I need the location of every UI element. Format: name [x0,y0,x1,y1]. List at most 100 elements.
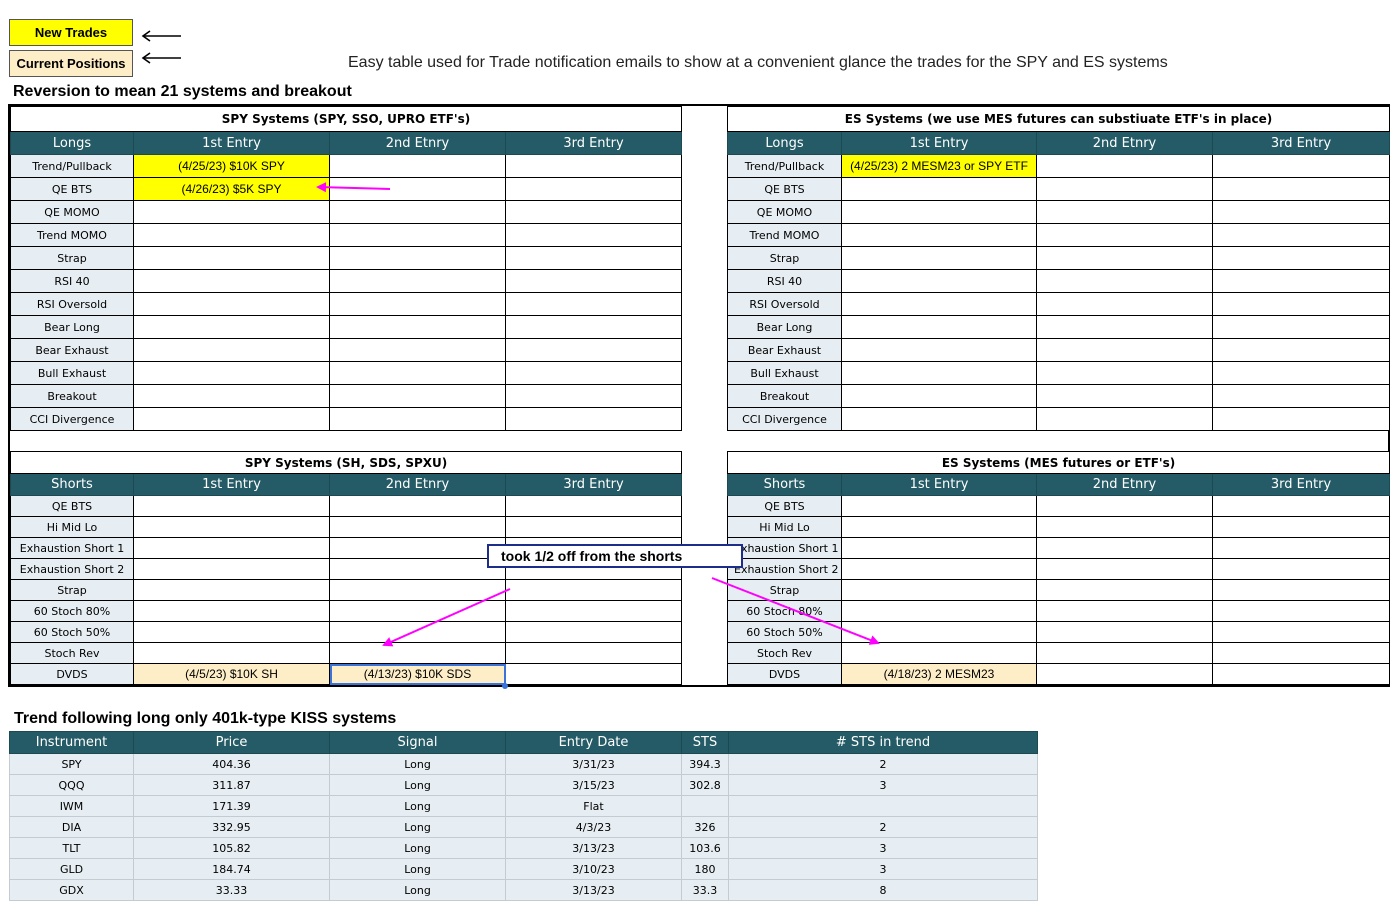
entry-cell[interactable] [1211,537,1391,559]
entry-cell[interactable] [505,200,682,224]
entry-cell[interactable] [329,600,506,622]
entry-cell[interactable] [841,495,1037,517]
entry-cell[interactable] [504,579,683,601]
entry-cell[interactable] [329,579,506,601]
table-cell[interactable]: 3 [728,774,1038,796]
entry-cell[interactable] [1211,516,1391,538]
table-cell[interactable]: 3/13/23 [505,879,682,901]
entry-cell[interactable] [329,154,506,178]
table-cell[interactable]: 326 [681,816,729,838]
entry-cell[interactable] [329,407,506,431]
table-cell[interactable]: 302.8 [681,774,729,796]
entry-cell[interactable] [133,407,330,431]
entry-cell[interactable] [133,384,330,408]
entry-cell[interactable] [1211,579,1391,601]
table-cell[interactable] [728,795,1038,817]
entry-cell[interactable] [841,407,1037,431]
table-cell[interactable]: 3/13/23 [505,837,682,859]
entry-cell[interactable] [133,361,330,385]
table-cell[interactable]: Long [329,858,506,880]
entry-cell[interactable] [133,495,330,517]
table-cell[interactable]: 3/15/23 [505,774,682,796]
entry-cell[interactable] [505,361,682,385]
entry-cell[interactable] [504,621,683,643]
entry-cell[interactable] [841,246,1037,270]
entry-cell[interactable] [329,315,506,339]
entry-cell[interactable] [133,315,330,339]
table-cell[interactable]: 8 [728,879,1038,901]
entry-cell[interactable] [841,621,1037,643]
table-cell[interactable]: QQQ [9,774,134,796]
entry-cell[interactable] [329,292,506,316]
table-cell[interactable]: 394.3 [681,753,729,775]
entry-cell[interactable] [1211,495,1391,517]
entry-cell[interactable] [1212,269,1390,293]
entry-cell[interactable] [505,223,682,247]
entry-cell[interactable] [841,558,1037,580]
entry-cell[interactable] [1212,200,1390,224]
entry-cell[interactable] [1036,338,1213,362]
table-cell[interactable]: IWM [9,795,134,817]
entry-cell[interactable] [329,384,506,408]
entry-cell[interactable] [1211,558,1391,580]
entry-cell[interactable] [1036,292,1213,316]
table-cell[interactable]: 3/10/23 [505,858,682,880]
table-cell[interactable]: Long [329,795,506,817]
table-cell[interactable]: Long [329,879,506,901]
entry-cell[interactable] [133,621,330,643]
entry-cell[interactable] [1036,315,1213,339]
table-cell[interactable]: Long [329,837,506,859]
entry-cell[interactable] [133,246,330,270]
entry-cell[interactable] [329,246,506,270]
entry-cell[interactable] [841,338,1037,362]
entry-cell[interactable] [1036,407,1213,431]
table-cell[interactable]: 3 [728,837,1038,859]
entry-cell[interactable] [1036,621,1213,643]
entry-cell[interactable] [841,516,1037,538]
table-cell[interactable]: Long [329,774,506,796]
table-cell[interactable]: 332.95 [133,816,330,838]
entry-cell[interactable] [1036,223,1213,247]
entry-cell[interactable] [841,292,1037,316]
entry-cell[interactable] [1211,642,1391,664]
entry-cell[interactable] [133,223,330,247]
entry-cell[interactable] [133,338,330,362]
entry-cell[interactable] [505,384,682,408]
entry-cell[interactable] [329,516,506,538]
entry-cell[interactable] [1036,269,1213,293]
entry-cell[interactable]: (4/25/23) 2 MESM23 or SPY ETF [841,154,1037,178]
entry-cell[interactable] [133,269,330,293]
entry-cell[interactable] [133,292,330,316]
table-cell[interactable]: SPY [9,753,134,775]
entry-cell[interactable] [504,600,683,622]
table-cell[interactable]: 33.3 [681,879,729,901]
entry-cell[interactable] [1036,154,1213,178]
entry-cell[interactable] [1036,537,1213,559]
entry-cell[interactable] [1211,600,1391,622]
entry-cell[interactable] [504,516,683,538]
table-cell[interactable]: 171.39 [133,795,330,817]
entry-cell[interactable] [841,600,1037,622]
entry-cell[interactable] [1212,154,1390,178]
entry-cell[interactable]: (4/13/23) $10K SDS [329,663,506,685]
entry-cell[interactable] [133,642,330,664]
entry-cell[interactable] [133,579,330,601]
entry-cell[interactable] [329,495,506,517]
entry-cell[interactable] [1036,384,1213,408]
table-cell[interactable]: 311.87 [133,774,330,796]
entry-cell[interactable] [1036,642,1213,664]
entry-cell[interactable] [1036,200,1213,224]
entry-cell[interactable] [329,621,506,643]
entry-cell[interactable] [1036,579,1213,601]
entry-cell[interactable] [133,600,330,622]
table-cell[interactable]: 184.74 [133,858,330,880]
entry-cell[interactable] [329,200,506,224]
entry-cell[interactable] [841,269,1037,293]
entry-cell[interactable] [133,537,330,559]
table-cell[interactable]: 33.33 [133,879,330,901]
entry-cell[interactable] [1212,292,1390,316]
entry-cell[interactable] [841,315,1037,339]
entry-cell[interactable] [841,361,1037,385]
entry-cell[interactable] [505,407,682,431]
entry-cell[interactable] [329,642,506,664]
